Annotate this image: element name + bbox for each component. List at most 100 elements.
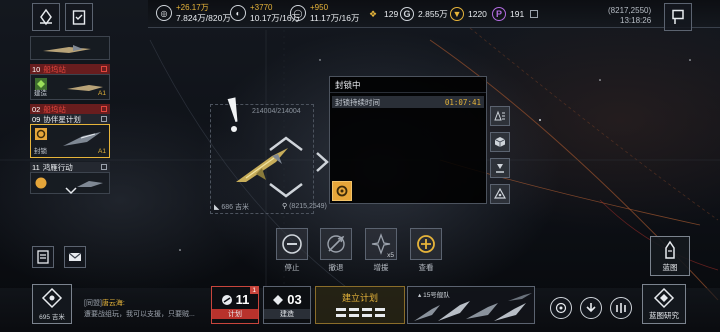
premium-value: 191 — [510, 9, 525, 19]
build-slot — [348, 308, 359, 311]
recall-button[interactable] — [580, 297, 602, 319]
blockade-panel: 封锁中 封锁持续时间 01:07:41 — [329, 76, 487, 204]
blockade-icon — [35, 128, 47, 140]
retreat-button[interactable] — [320, 228, 352, 260]
radar-button[interactable] — [550, 297, 572, 319]
panel-title: 封锁中 — [330, 77, 486, 93]
target-hp-readout: 214004/214004 — [252, 108, 301, 115]
notes-button[interactable] — [32, 246, 54, 268]
task-checkbox[interactable] — [101, 164, 107, 170]
chevron-right-icon[interactable] — [314, 150, 330, 174]
stop-button[interactable] — [276, 228, 308, 260]
rank-icon: ❖ — [368, 8, 378, 19]
blueprint-research-label: 蓝图研究 — [649, 311, 679, 320]
cargo-button[interactable] — [490, 132, 510, 152]
mail-button[interactable] — [64, 246, 86, 268]
distance-icon: ◣ — [214, 204, 220, 211]
list-icon — [494, 110, 505, 121]
task-title: 船坞站 — [43, 64, 66, 74]
build-slot — [335, 314, 346, 317]
rank-value: 129 — [384, 9, 399, 19]
add-premium-icon[interactable] — [530, 10, 539, 18]
chat-message: 遭要战组玩，我可以支援，只要贼... — [84, 311, 195, 318]
chat-preview[interactable]: [同盟]唐云海: 遭要战组玩，我可以支援，只要贼... — [84, 298, 208, 320]
credit-icon: G — [400, 7, 414, 21]
radar-icon — [555, 302, 567, 314]
task-checkbox[interactable] — [101, 116, 107, 122]
task-card-build[interactable]: 建造 A1 — [30, 74, 110, 100]
fleet-icon — [40, 8, 52, 26]
research-icon — [653, 287, 675, 309]
bookmark-button[interactable] — [664, 3, 692, 31]
blueprint-button[interactable]: 蓝图 — [650, 236, 690, 276]
premium-icon: P — [492, 7, 506, 21]
task-header-4[interactable]: 11 鸿雁行动 — [30, 162, 110, 172]
gold-coin-icon: ▼ — [450, 7, 464, 21]
retreat-action[interactable]: 撤退 — [319, 228, 353, 273]
plan-counter[interactable]: 1 11 计划 — [211, 286, 259, 324]
blockade-duration-row: 封锁持续时间 01:07:41 — [332, 96, 484, 108]
task-card-top[interactable] — [30, 36, 110, 60]
alert-marker-icon — [227, 97, 238, 132]
gear-icon — [336, 185, 348, 197]
task-card-tag: A1 — [98, 148, 106, 155]
target-ship-icon[interactable] — [232, 144, 292, 188]
stop-label: 停止 — [284, 263, 300, 272]
plan-icon — [221, 294, 232, 305]
task-header-3[interactable]: 09 协伴星计划 — [30, 114, 110, 124]
task-checkbox[interactable] — [101, 106, 107, 112]
dock-button[interactable] — [490, 158, 510, 178]
base-icon — [41, 287, 63, 309]
detail-list-button[interactable] — [490, 106, 510, 126]
ship-thumbnail-icon — [63, 132, 101, 146]
build-label: 建造 — [264, 309, 310, 319]
blueprint-research-button[interactable]: 蓝图研究 — [642, 284, 686, 324]
task-checkbox[interactable] — [101, 66, 107, 72]
task-board-button[interactable] — [65, 3, 93, 31]
inspect-label: 查看 — [418, 263, 434, 272]
task-header-1[interactable]: 10 船坞站 — [30, 64, 110, 74]
chevron-down-icon[interactable] — [65, 187, 77, 195]
build-slots-2 — [316, 314, 404, 317]
gold-counter[interactable]: ▼ 1220 — [450, 7, 487, 21]
inspect-button[interactable] — [410, 228, 442, 260]
task-card-label: 建造 — [34, 90, 47, 97]
squad-button[interactable] — [610, 297, 632, 319]
fleet-menu-button[interactable] — [32, 3, 60, 31]
task-title: 协伴星计划 — [43, 114, 81, 124]
clipboard-icon — [72, 10, 86, 25]
build-plan-button[interactable]: 建立计划 — [315, 286, 405, 324]
formation-button[interactable] — [490, 184, 510, 204]
credit-counter[interactable]: G 2.855万 — [400, 7, 448, 21]
task-number: 02 — [32, 104, 41, 114]
task-card-operation[interactable] — [30, 172, 110, 195]
metal-amount: 7.824万/820万 — [176, 13, 231, 23]
build-slot — [374, 314, 385, 317]
fleet-card[interactable]: ▴ 15号舰队 — [407, 286, 535, 324]
document-icon — [37, 250, 49, 264]
reinforce-badge: x5 — [387, 252, 394, 259]
rank-counter[interactable]: ❖ 129 — [366, 7, 398, 21]
fleet-coordinates-value: (8215,2549) — [289, 203, 327, 210]
blockade-action-button[interactable] — [332, 181, 352, 201]
build-slot — [335, 308, 346, 311]
task-header-2[interactable]: 02 船坞站 — [30, 104, 110, 114]
flag-icon — [672, 9, 684, 24]
reinforce-action[interactable]: x5 增援 — [364, 228, 398, 273]
premium-counter[interactable]: P 191 — [492, 7, 539, 21]
task-card-blockade[interactable]: 封锁 A1 — [30, 124, 110, 158]
crystal-icon: ◐ — [230, 5, 246, 21]
resource-metal[interactable]: ◎ +26.17万 7.824万/820万 — [156, 2, 231, 24]
reinforce-button[interactable]: x5 — [365, 228, 397, 260]
squad-icon — [616, 303, 626, 313]
game-screen: ◎ +26.17万 7.824万/820万 ◐ +3770 10.17万/16万… — [0, 0, 720, 332]
inspect-action[interactable]: 查看 — [409, 228, 443, 273]
build-counter[interactable]: 03 建造 — [263, 286, 311, 324]
retreat-icon — [327, 235, 345, 253]
base-button[interactable]: 695 吉米 — [32, 284, 72, 324]
deuterium-icon: ◯ — [290, 5, 306, 21]
plan-label: 计划 — [212, 309, 258, 319]
resource-deuterium[interactable]: ◯ +950 11.17万/16万 — [290, 2, 359, 24]
download-icon — [496, 164, 504, 173]
stop-action[interactable]: 停止 — [275, 228, 309, 273]
